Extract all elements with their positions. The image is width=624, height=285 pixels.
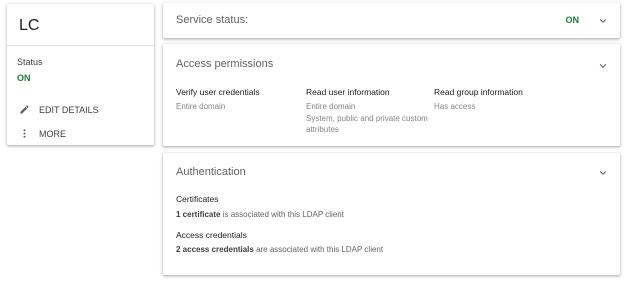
service-status-card[interactable]: Service status: ON [163,3,620,38]
more-vert-icon [23,129,26,138]
chevron-down-icon[interactable] [598,61,608,71]
permission-read-group-info: Read group information Has access [434,87,523,113]
status-label: Status [17,57,43,67]
access-credentials-label: Access credentials [176,230,247,240]
access-permissions-card[interactable]: Access permissions Verify user credentia… [163,44,620,146]
access-credentials-description: 2 access credentials are associated with… [176,245,383,254]
permission-value: Entire domain [176,102,226,111]
pencil-icon [20,105,29,114]
more-label: MORE [39,128,66,139]
access-credentials-text: are associated with this LDAP client [253,245,384,254]
chevron-down-icon[interactable] [598,16,608,26]
service-status-value: ON [565,15,580,25]
edit-details-label: EDIT DETAILS [39,104,99,115]
permission-header: Read user information [306,87,390,97]
permission-value: System, public and private custom attrib… [306,113,428,135]
service-status-title: Service status: [176,14,249,26]
authentication-title: Authentication [176,166,246,178]
permission-value: Entire domain [306,102,356,111]
access-credentials-count: 2 access credentials [176,245,254,254]
access-permissions-title: Access permissions [176,58,274,70]
client-name: LC [19,17,40,34]
permission-header: Verify user credentials [176,87,260,97]
authentication-card[interactable]: Authentication Certificates 1 certificat… [163,153,620,275]
permission-read-user-info: Read user information Entire domain Syst… [306,87,436,136]
edit-details-button[interactable]: EDIT DETAILS [19,104,99,115]
permission-verify-credentials: Verify user credentials Entire domain [176,87,260,113]
client-summary-card: LC Status ON EDIT DETAILS MORE [7,4,154,145]
divider [7,45,154,46]
chevron-down-icon[interactable] [598,168,608,178]
permission-value: Has access [434,102,476,111]
permission-header: Read group information [434,87,523,97]
more-button[interactable]: MORE [19,128,66,139]
certificates-description: 1 certificate is associated with this LD… [176,210,344,219]
certificates-label: Certificates [176,194,219,204]
status-value: ON [17,73,31,83]
certificates-text: is associated with this LDAP client [220,210,344,219]
certificates-count: 1 certificate [176,210,221,219]
